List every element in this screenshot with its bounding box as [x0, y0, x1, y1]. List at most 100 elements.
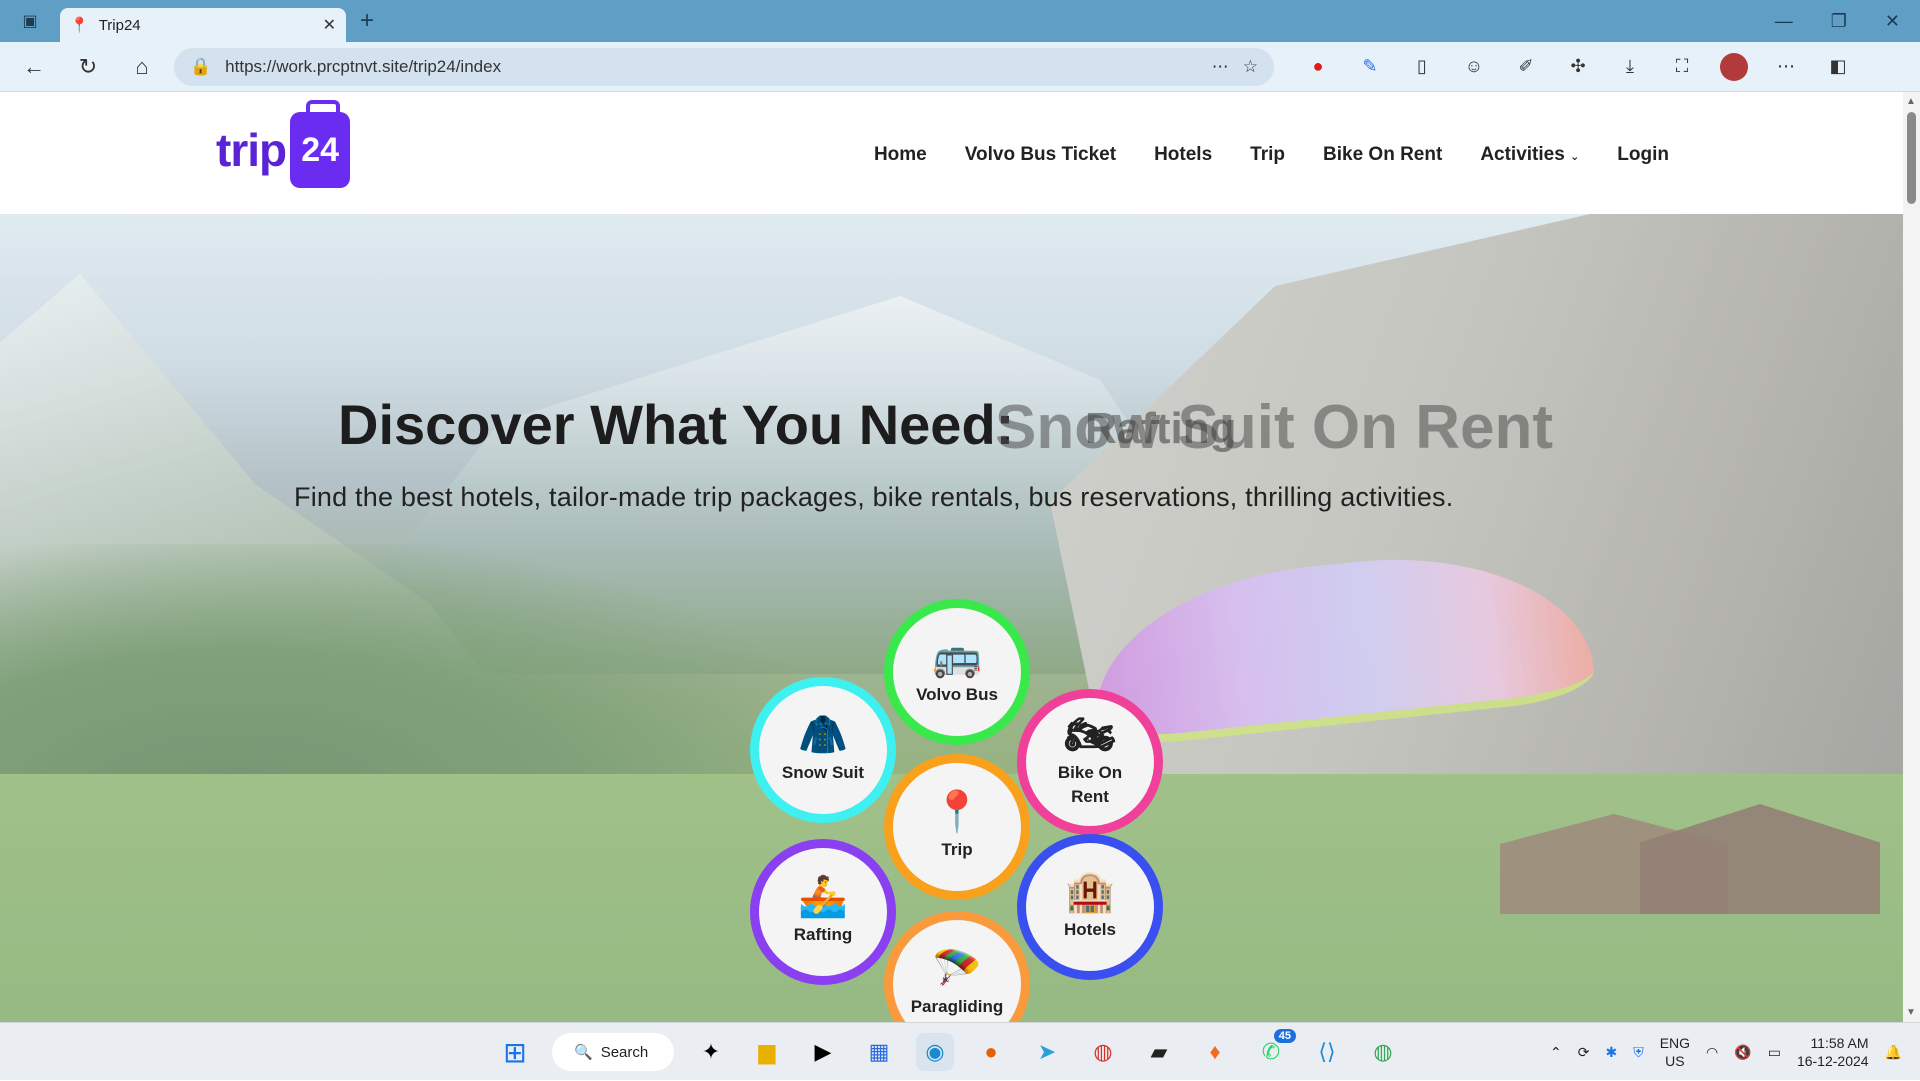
- hero-rotating-text: Snow Suit On Rent: [995, 393, 1553, 462]
- extensions-puzzle-icon[interactable]: ✣: [1564, 53, 1592, 81]
- whatsapp-icon[interactable]: ✆ 45: [1252, 1029, 1296, 1071]
- nav-hotels[interactable]: Hotels: [1154, 144, 1212, 166]
- region-label: US: [1665, 1053, 1685, 1069]
- extension-icon[interactable]: ✎: [1356, 53, 1384, 81]
- store-icon[interactable]: ▦: [860, 1033, 898, 1071]
- url-field[interactable]: 🔒 https://work.prcptnvt.site/trip24/inde…: [174, 47, 1274, 86]
- nav-bike-on-rent[interactable]: Bike On Rent: [1323, 144, 1442, 166]
- restore-icon[interactable]: ❐: [1831, 11, 1847, 32]
- extension-icon[interactable]: ▯: [1408, 53, 1436, 81]
- scrollbar-thumb[interactable]: [1907, 112, 1916, 204]
- service-volvo-bus[interactable]: 🚌 Volvo Bus: [884, 599, 1030, 745]
- copilot-icon[interactable]: ✦: [692, 1033, 730, 1071]
- whatsapp-badge: 45: [1273, 1029, 1296, 1043]
- wifi-icon[interactable]: ◠: [1706, 1044, 1718, 1061]
- nav-login[interactable]: Login: [1617, 144, 1669, 166]
- raft-icon: 🚣: [798, 875, 848, 920]
- browser-tab-bar: ▣ 📍 Trip24 ✕ + — ❐ ✕: [0, 0, 1920, 42]
- service-label: Rafting: [793, 925, 853, 945]
- scroll-down-icon[interactable]: ▼: [1906, 1007, 1916, 1018]
- clock-date: 16-12-2024: [1796, 1053, 1869, 1069]
- hotel-icon: 🏨: [1065, 870, 1115, 915]
- nav-volvo-bus-ticket[interactable]: Volvo Bus Ticket: [965, 144, 1116, 166]
- new-tab-button[interactable]: +: [360, 7, 374, 35]
- search-icon: 🔍: [574, 1044, 593, 1061]
- jacket-icon: 🧥: [798, 713, 848, 758]
- notification-bell-icon[interactable]: 🔔: [1885, 1044, 1902, 1061]
- hero-title: Discover What You Need:: [338, 393, 1015, 456]
- nav-activities[interactable]: Activities ⌄: [1480, 144, 1579, 166]
- battery-icon[interactable]: ▭: [1768, 1044, 1781, 1061]
- bus-icon: 🚌: [932, 635, 982, 680]
- more-options-icon[interactable]: ⋯: [1212, 57, 1229, 77]
- url-text[interactable]: https://work.prcptnvt.site/trip24/index: [225, 57, 1198, 77]
- vscode-icon[interactable]: ⟨⟩: [1308, 1033, 1346, 1071]
- profile-avatar[interactable]: [1720, 52, 1748, 81]
- logo-number: 24: [301, 130, 340, 169]
- sync-icon[interactable]: ⟳: [1578, 1044, 1590, 1061]
- system-tray: ⌃ ⟳ ✱ ⛨ ENG US ◠ 🔇 ▭ 11:58 AM 16-12-2024…: [1550, 1023, 1902, 1081]
- reload-icon[interactable]: ↻: [66, 47, 110, 87]
- browser-tab[interactable]: 📍 Trip24 ✕: [60, 8, 346, 42]
- lock-icon[interactable]: 🔒: [190, 57, 211, 77]
- service-bike-on-rent[interactable]: 🏍 Bike On Rent: [1017, 689, 1163, 835]
- scroll-up-icon[interactable]: ▲: [1906, 96, 1916, 107]
- service-trip[interactable]: 📍 Trip: [884, 754, 1030, 900]
- address-bar-row: ← ↻ ⌂ 🔒 https://work.prcptnvt.site/trip2…: [0, 42, 1920, 92]
- hero-rotating-text: Rafting: [1085, 404, 1237, 453]
- motorbike-icon: 🏍: [1064, 713, 1116, 758]
- favorite-star-icon[interactable]: ☆: [1243, 57, 1258, 77]
- chevron-up-icon[interactable]: ⌃: [1550, 1044, 1562, 1061]
- service-hotels[interactable]: 🏨 Hotels: [1017, 834, 1163, 980]
- tab-actions-icon[interactable]: ▣: [0, 0, 60, 42]
- sticky-notes-icon[interactable]: ▰: [1140, 1033, 1178, 1071]
- webpage: trip 24 Home Volvo Bus Ticket Hotels Tri…: [0, 92, 1903, 1022]
- extension-icon[interactable]: ☺: [1460, 53, 1488, 81]
- service-label: Hotels: [1064, 920, 1116, 940]
- media-player-icon[interactable]: ▶: [804, 1033, 842, 1071]
- site-favicon-icon: 📍: [70, 17, 89, 34]
- telegram-icon[interactable]: ➤: [1028, 1033, 1066, 1071]
- screenshot-icon[interactable]: ⛶: [1668, 53, 1696, 81]
- close-window-icon[interactable]: ✕: [1885, 11, 1900, 32]
- sidebar-toggle-icon[interactable]: ◧: [1824, 53, 1852, 81]
- brave-icon[interactable]: ♦: [1196, 1033, 1234, 1071]
- paraglider-icon: 🪂: [932, 947, 982, 992]
- service-rafting[interactable]: 🚣 Rafting: [750, 839, 896, 985]
- chrome-profile-icon[interactable]: ◍: [1364, 1033, 1402, 1071]
- settings-more-icon[interactable]: ⋯: [1772, 53, 1800, 81]
- nav-home[interactable]: Home: [874, 144, 927, 166]
- security-shield-icon[interactable]: ⛨: [1633, 1044, 1644, 1061]
- taskbar-search[interactable]: 🔍 Search: [552, 1033, 674, 1071]
- chrome-icon[interactable]: ◍: [1084, 1033, 1122, 1071]
- file-explorer-icon[interactable]: ▆: [748, 1033, 786, 1071]
- language-label: ENG: [1659, 1034, 1691, 1051]
- firefox-icon[interactable]: ●: [972, 1033, 1010, 1071]
- language-indicator[interactable]: ENG US: [1660, 1034, 1690, 1070]
- opera-extension-icon[interactable]: ●: [1304, 53, 1332, 81]
- service-label: Snow Suit: [781, 763, 865, 783]
- service-label: Volvo Bus: [916, 685, 998, 705]
- bluetooth-icon[interactable]: ✱: [1605, 1044, 1617, 1061]
- nav-activities-label: Activities: [1480, 144, 1565, 165]
- site-header: trip 24 Home Volvo Bus Ticket Hotels Tri…: [0, 92, 1903, 214]
- clock[interactable]: 11:58 AM 16-12-2024: [1797, 1034, 1869, 1070]
- page-scrollbar[interactable]: ▲ ▼: [1903, 92, 1920, 1022]
- close-tab-icon[interactable]: ✕: [323, 15, 336, 35]
- logo-suitcase-icon: 24: [290, 100, 351, 188]
- service-label: Bike On Rent: [1057, 763, 1123, 806]
- extension-icon[interactable]: ✐: [1512, 53, 1540, 81]
- home-icon[interactable]: ⌂: [120, 47, 164, 87]
- minimize-icon[interactable]: —: [1775, 11, 1793, 32]
- back-icon[interactable]: ←: [12, 47, 56, 87]
- logo-word: trip: [216, 124, 287, 176]
- service-snow-suit[interactable]: 🧥 Snow Suit: [750, 677, 896, 823]
- downloads-icon[interactable]: ⤓: [1616, 53, 1644, 81]
- volume-muted-icon[interactable]: 🔇: [1734, 1044, 1751, 1061]
- trip-icon: 📍: [932, 790, 982, 835]
- edge-browser-icon[interactable]: ◉: [916, 1033, 954, 1071]
- start-windows-icon[interactable]: ⊞: [496, 1033, 534, 1071]
- nav-trip[interactable]: Trip: [1250, 144, 1285, 166]
- chevron-down-icon: ⌄: [1570, 151, 1580, 163]
- trip24-logo[interactable]: trip 24: [216, 100, 351, 188]
